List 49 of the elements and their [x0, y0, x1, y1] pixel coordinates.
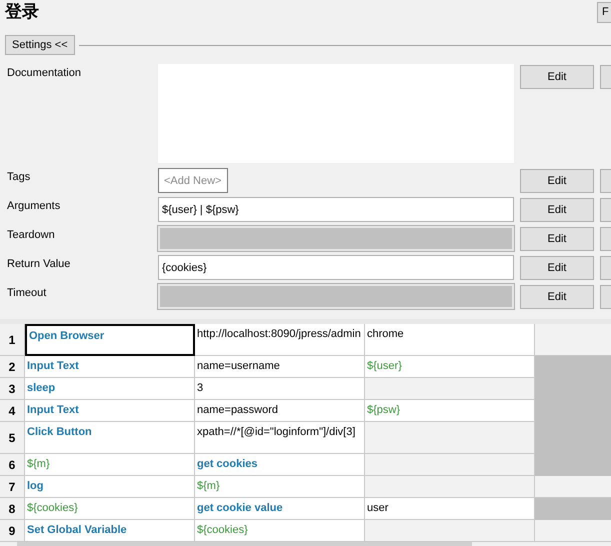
row-number: 2: [0, 356, 25, 378]
row-number: 7: [0, 476, 25, 498]
table-cell[interactable]: name=password: [195, 400, 365, 422]
row-number: 9: [0, 520, 25, 542]
setting-field[interactable]: {cookies}: [158, 255, 514, 280]
toolbar-button[interactable]: F: [597, 2, 611, 23]
table-cell[interactable]: ${psw}: [365, 400, 535, 422]
row-number: 4: [0, 400, 25, 422]
table-cell[interactable]: Open Browser: [25, 324, 195, 356]
table-cell[interactable]: ${cookies}: [25, 498, 195, 520]
setting-label: Documentation: [7, 66, 81, 81]
table-cell[interactable]: xpath=//*[@id="loginform"]/div[3]: [195, 422, 365, 454]
table-cell[interactable]: get cookie value: [195, 498, 365, 520]
table-cell[interactable]: http://localhost:8090/jpress/admin: [195, 324, 365, 356]
row-number: 3: [0, 378, 25, 400]
row-number: 5: [0, 422, 25, 454]
table-cell[interactable]: sleep: [25, 378, 195, 400]
setting-field[interactable]: ${user} | ${psw}: [158, 197, 514, 222]
edit-button[interactable]: Edit: [520, 227, 594, 251]
page-title: 登录: [5, 1, 39, 24]
row-number: 1: [0, 324, 25, 356]
table-cell[interactable]: user: [365, 498, 535, 520]
table-cell[interactable]: ${m}: [25, 454, 195, 476]
table-cell[interactable]: ${user}: [365, 356, 535, 378]
table-cell[interactable]: chrome: [365, 324, 535, 356]
setting-label: Timeout: [7, 286, 46, 301]
edit-button[interactable]: Edit: [520, 65, 594, 89]
table-cell[interactable]: Input Text: [25, 356, 195, 378]
table-cell[interactable]: ${cookies}: [195, 520, 365, 542]
table-cell[interactable]: ${m}: [195, 476, 365, 498]
table-cell[interactable]: name=username: [195, 356, 365, 378]
settings-toggle-button[interactable]: Settings <<: [5, 35, 75, 55]
edit-button[interactable]: Edit: [520, 169, 594, 193]
setting-label: Teardown: [7, 228, 55, 243]
table-cell[interactable]: Click Button: [25, 422, 195, 454]
setting-label: Arguments: [7, 199, 60, 214]
table-cell[interactable]: log: [25, 476, 195, 498]
table-cell[interactable]: Input Text: [25, 400, 195, 422]
edit-button[interactable]: Edit: [520, 285, 594, 309]
setting-label: Return Value: [7, 257, 70, 272]
row-number: 8: [0, 498, 25, 520]
edit-button[interactable]: Edit: [520, 198, 594, 222]
table-cell[interactable]: 3: [195, 378, 365, 400]
table-cell[interactable]: get cookies: [195, 454, 365, 476]
edit-button[interactable]: Edit: [520, 256, 594, 280]
setting-label: Tags: [7, 170, 30, 185]
table-cell[interactable]: Set Global Variable: [25, 520, 195, 542]
row-number: 6: [0, 454, 25, 476]
scrollbar[interactable]: [17, 542, 472, 546]
